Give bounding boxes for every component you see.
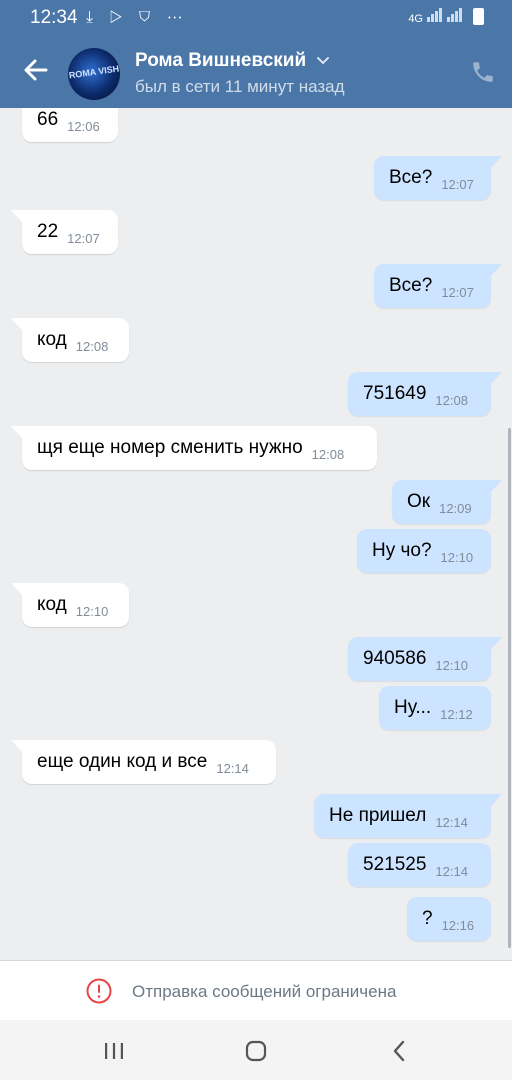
- scrollbar[interactable]: [508, 428, 511, 948]
- message-outgoing: Ну чо? 12:10: [357, 529, 491, 573]
- message-outgoing: Все? 12:07: [374, 264, 502, 308]
- status-bar: 12:34 ⤓ ▷ ⛉ ⋯ 4G: [0, 0, 512, 36]
- contact-name[interactable]: Рома Вишневский: [135, 50, 306, 72]
- status-time: 12:34: [30, 7, 78, 28]
- status-right: 4G: [408, 8, 484, 25]
- message-incoming: 22 12:07: [11, 210, 118, 254]
- back-arrow-icon[interactable]: [20, 54, 52, 86]
- message-incoming: код 12:10: [11, 583, 129, 627]
- message-incoming: еще один код и все 12:14: [11, 740, 276, 784]
- restriction-text: Отправка сообщений ограничена: [132, 982, 397, 1001]
- signal-icon: [427, 8, 443, 25]
- signal-icon-2: [447, 8, 463, 25]
- message-incoming: код 12:08: [11, 318, 129, 362]
- system-nav-bar: [0, 1020, 512, 1080]
- message-outgoing: 940586 12:10: [348, 637, 502, 681]
- message-list[interactable]: 66 12:06 Все? 12:07 22 12:07 Все? 12:07 код 1…: [0, 108, 512, 960]
- message-outgoing: Ок 12:09: [392, 480, 502, 524]
- messaging-restricted-banner: Отправка сообщений ограничена: [0, 960, 512, 1020]
- status-icons: ⤓ ▷ ⛉ ⋯: [86, 9, 189, 26]
- network-label: 4G: [408, 13, 423, 25]
- home-icon[interactable]: [242, 1038, 270, 1064]
- phone-call-icon[interactable]: [470, 59, 496, 85]
- chevron-down-icon[interactable]: [316, 56, 330, 66]
- avatar[interactable]: ROMA VISH: [68, 48, 120, 100]
- warning-icon: [86, 978, 112, 1004]
- chat-header: ROMA VISH Рома Вишневский был в сети 11 …: [0, 36, 512, 108]
- message-outgoing: Все? 12:07: [374, 156, 502, 200]
- message-outgoing: 521525 12:14: [348, 843, 491, 887]
- avatar-logo-text: ROMA VISH: [68, 63, 120, 81]
- message-outgoing: ? 12:16: [407, 897, 491, 941]
- message-outgoing: Ну... 12:12: [379, 686, 491, 730]
- message-outgoing: Не пришел 12:14: [314, 794, 502, 838]
- recent-apps-icon[interactable]: [100, 1038, 128, 1064]
- message-outgoing: 751649 12:08: [348, 372, 502, 416]
- battery-icon: [473, 8, 484, 25]
- message-incoming: 66 12:06: [22, 108, 118, 142]
- back-nav-icon[interactable]: [386, 1038, 414, 1064]
- message-incoming: щя еще номер сменить нужно 12:08: [11, 426, 377, 470]
- last-seen-status: был в сети 11 минут назад: [135, 77, 345, 96]
